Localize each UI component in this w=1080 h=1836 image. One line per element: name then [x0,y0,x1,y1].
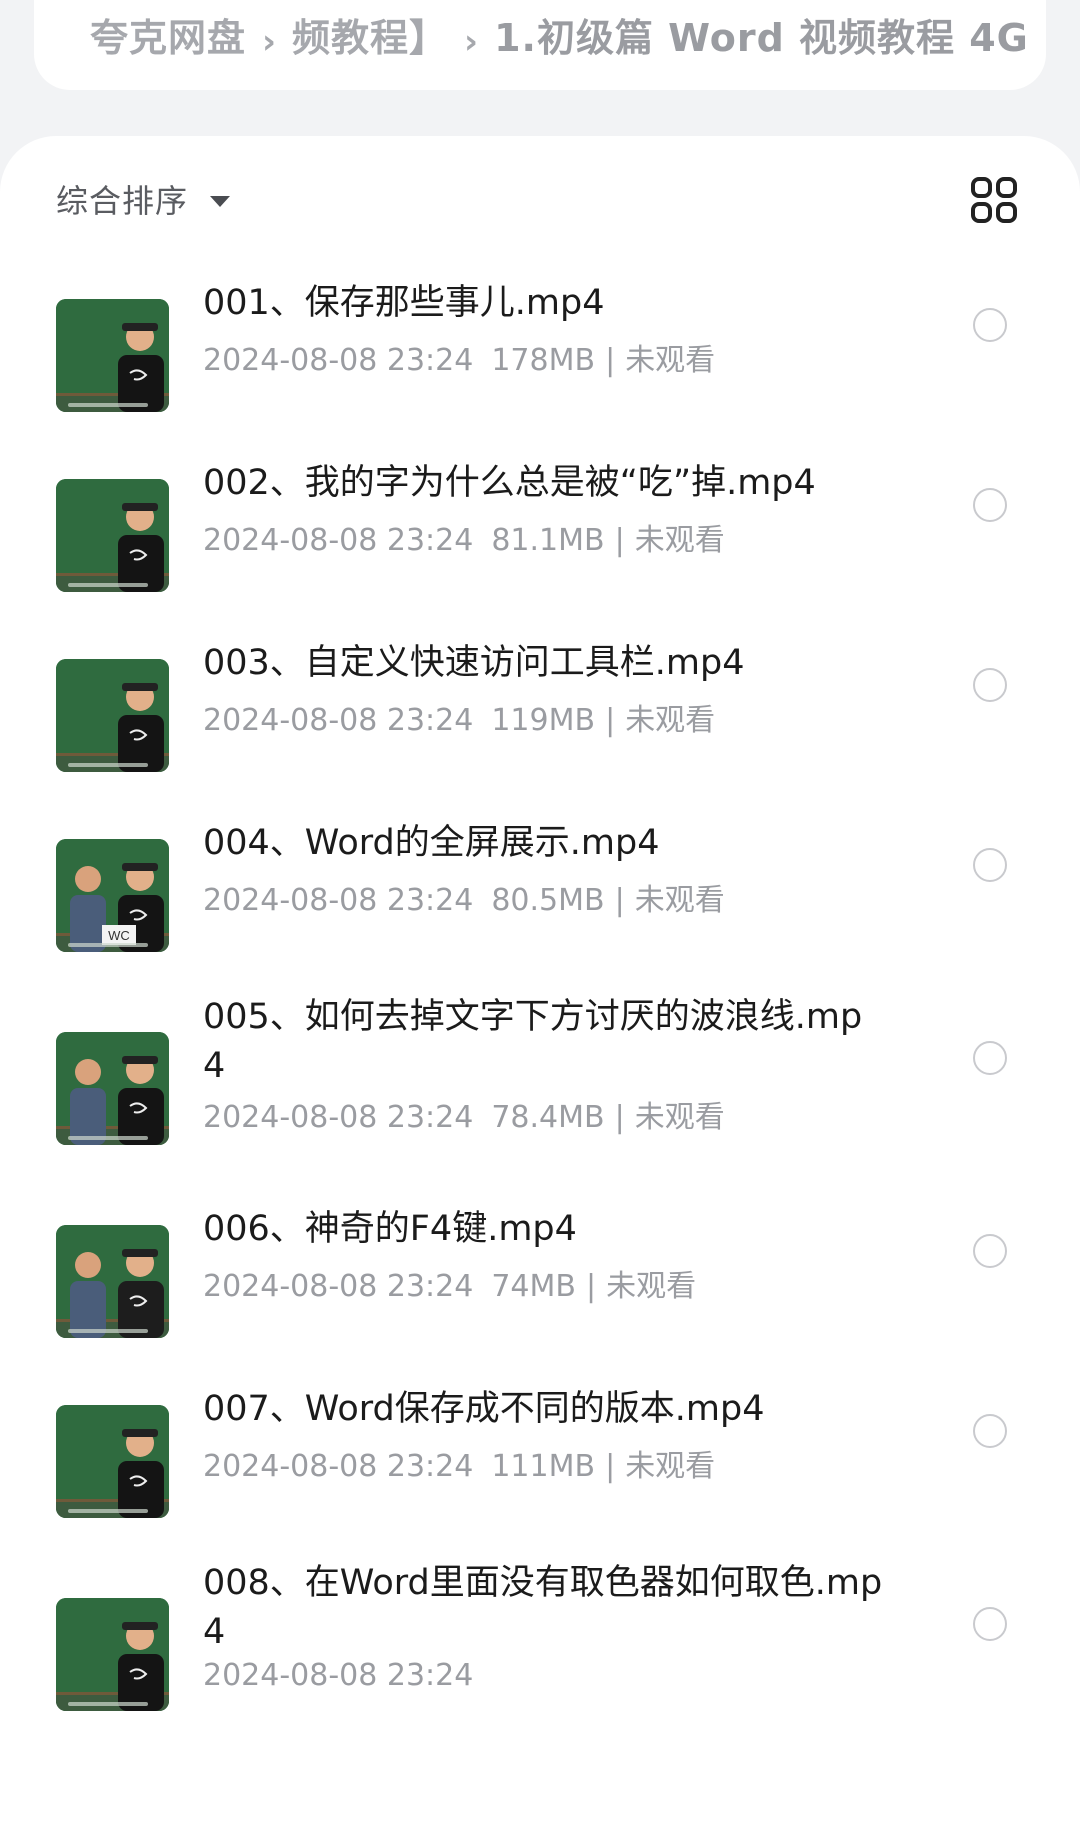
file-size: 178MB [491,343,596,378]
file-size: 81.1MB [491,523,605,558]
file-meta: 2024-08-08 23:24 119MB | 未观看 [203,695,715,739]
select-radio[interactable] [973,1234,1007,1268]
file-meta: 2024-08-08 23:24 81.1MB | 未观看 [203,515,725,559]
file-title[interactable]: 007、Word保存成不同的版本.mp4 [203,1385,883,1434]
meta-separator: | [614,523,625,558]
watch-status: 未观看 [634,523,725,558]
watch-status: 未观看 [625,1449,716,1484]
video-thumbnail[interactable] [56,659,169,772]
grid-view-button[interactable] [970,176,1018,224]
meta-separator: | [614,883,625,918]
file-date: 2024-08-08 23:24 [203,1269,474,1304]
file-meta: 2024-08-08 23:24 74MB | 未观看 [203,1261,696,1305]
meta-separator: | [614,1100,625,1135]
file-title[interactable]: 001、保存那些事儿.mp4 [203,279,883,328]
meta-separator: | [585,1269,597,1304]
select-radio[interactable] [973,308,1007,342]
file-size: 119MB [491,703,596,738]
file-title[interactable]: 002、我的字为什么总是被“吃”掉.mp4 [203,459,883,508]
file-date: 2024-08-08 23:24 [203,1658,474,1693]
video-thumbnail[interactable] [56,1032,169,1145]
sort-button[interactable]: 综合排序 [56,176,231,222]
file-date: 2024-08-08 23:24 [203,1100,474,1135]
video-thumbnail[interactable] [56,1405,169,1518]
file-date: 2024-08-08 23:24 [203,703,474,738]
file-size: 78.4MB [491,1100,605,1135]
sort-label: 综合排序 [56,182,189,220]
file-title[interactable]: 003、自定义快速访问工具栏.mp4 [203,639,883,688]
caret-down-icon [210,195,231,207]
chevron-right-icon: › [464,22,479,62]
file-meta: 2024-08-08 23:24 111MB | 未观看 [203,1441,715,1485]
list-toolbar: 综合排序 [0,136,1080,266]
file-meta: 2024-08-08 23:24 78.4MB | 未观看 [203,1092,725,1136]
video-thumbnail[interactable] [56,479,169,592]
grid-view-icon [971,177,1017,223]
select-radio[interactable] [973,1041,1007,1075]
breadcrumb-current: 1.初级篇 Word 视频教程 4G [494,16,1029,60]
file-title[interactable]: 004、Word的全屏展示.mp4 [203,819,883,868]
file-title[interactable]: 005、如何去掉文字下方讨厌的波浪线.mp4 [203,993,883,1091]
watch-status: 未观看 [606,1269,697,1304]
meta-separator: | [605,703,616,738]
video-thumbnail[interactable] [56,1598,169,1711]
meta-separator: | [605,1449,616,1484]
watch-status: 未观看 [625,703,716,738]
file-list-panel: 综合排序 001、保存那些事儿.mp4 2024-08-08 23:24 178MB… [0,136,1080,1836]
chevron-right-icon: › [262,22,277,62]
file-title[interactable]: 008、在Word里面没有取色器如何取色.mp4 [203,1559,883,1657]
file-size: 80.5MB [491,883,605,918]
watch-status: 未观看 [634,883,725,918]
breadcrumb-parent[interactable]: 频教程】 [292,7,448,62]
breadcrumb-root[interactable]: 夸克网盘 [90,7,246,62]
select-radio[interactable] [973,1414,1007,1448]
file-size: 74MB [491,1269,576,1304]
video-thumbnail[interactable]: WC [56,839,169,952]
file-title[interactable]: 006、神奇的F4键.mp4 [203,1205,883,1254]
video-thumbnail[interactable] [56,299,169,412]
select-radio[interactable] [973,1607,1007,1641]
watch-status: 未观看 [625,343,716,378]
breadcrumb: 夸克网盘 › 频教程】 › 1.初级篇 Word 视频教程 4G [34,0,1046,90]
select-radio[interactable] [973,488,1007,522]
file-meta: 2024-08-08 23:24 178MB | 未观看 [203,335,715,379]
file-meta: 2024-08-08 23:24 [203,1658,473,1693]
file-date: 2024-08-08 23:24 [203,523,474,558]
select-radio[interactable] [973,668,1007,702]
select-radio[interactable] [973,848,1007,882]
watch-status: 未观看 [634,1100,725,1135]
meta-separator: | [605,343,616,378]
svg-text:WC: WC [108,928,130,943]
video-thumbnail[interactable] [56,1225,169,1338]
file-size: 111MB [491,1449,596,1484]
file-date: 2024-08-08 23:24 [203,1449,474,1484]
file-date: 2024-08-08 23:24 [203,883,474,918]
file-meta: 2024-08-08 23:24 80.5MB | 未观看 [203,875,725,919]
file-date: 2024-08-08 23:24 [203,343,474,378]
